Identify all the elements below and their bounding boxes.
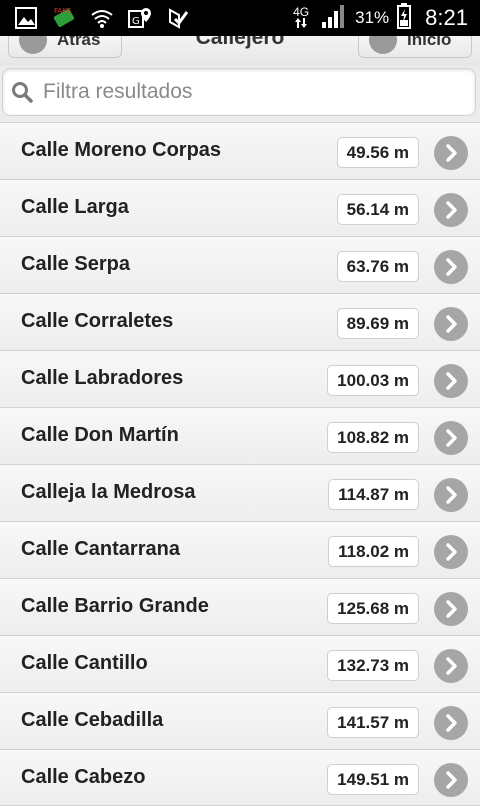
distance-badge: 49.56 m bbox=[336, 137, 419, 168]
street-name: Calle Larga bbox=[21, 196, 129, 218]
list-item[interactable]: Calle Don Martín 108.82 m bbox=[0, 407, 480, 464]
status-bar: FAKE G 4G 31% 8:21 bbox=[0, 0, 480, 36]
clock: 8:21 bbox=[425, 5, 468, 30]
street-name: Calle Barrio Grande bbox=[21, 595, 209, 617]
system-status: 4G 31% 8:21 bbox=[289, 0, 468, 36]
notification-icons: FAKE G bbox=[14, 6, 190, 30]
distance-badge: 108.82 m bbox=[327, 422, 419, 453]
list-item[interactable]: Calle Barrio Grande 125.68 m bbox=[0, 578, 480, 635]
svg-text:FAKE: FAKE bbox=[54, 7, 71, 15]
gps-icon: G bbox=[128, 6, 152, 30]
battery-icon bbox=[397, 2, 412, 34]
distance-badge: 118.02 m bbox=[328, 536, 419, 567]
list-item[interactable]: Calle Cantarrana 118.02 m bbox=[0, 521, 480, 578]
chevron-right-icon[interactable] bbox=[434, 364, 468, 398]
distance-badge: 100.03 m bbox=[327, 365, 419, 396]
distance-badge: 125.68 m bbox=[327, 593, 419, 624]
list-item[interactable]: Calle Labradores 100.03 m bbox=[0, 350, 480, 407]
wifi-icon bbox=[90, 6, 114, 30]
street-list: Calle Moreno Corpas 49.56 m Calle Larga 56.… bbox=[0, 122, 480, 806]
distance-badge: 89.69 m bbox=[336, 308, 419, 339]
image-icon bbox=[14, 6, 38, 30]
home-icon bbox=[369, 36, 397, 54]
chevron-right-icon[interactable] bbox=[434, 649, 468, 683]
search-icon bbox=[11, 81, 33, 103]
street-name: Calle Cabezo bbox=[21, 766, 146, 788]
distance-badge: 141.57 m bbox=[327, 707, 419, 738]
list-item[interactable]: Calle Cabezo 149.51 m bbox=[0, 749, 480, 806]
distance-badge: 56.14 m bbox=[336, 194, 419, 225]
distance-badge: 114.87 m bbox=[328, 479, 419, 510]
street-name: Calleja la Medrosa bbox=[21, 481, 196, 503]
check-icon bbox=[166, 6, 190, 30]
list-item[interactable]: Calle Serpa 63.76 m bbox=[0, 236, 480, 293]
street-name: Calle Moreno Corpas bbox=[21, 139, 222, 161]
search-input[interactable] bbox=[43, 80, 443, 104]
chevron-right-icon[interactable] bbox=[434, 592, 468, 626]
list-item[interactable]: Calle Larga 56.14 m bbox=[0, 179, 480, 236]
chevron-right-icon[interactable] bbox=[434, 307, 468, 341]
distance-badge: 132.73 m bbox=[327, 650, 419, 681]
chevron-right-icon[interactable] bbox=[434, 706, 468, 740]
network-type: 4G bbox=[293, 5, 310, 19]
street-name: Calle Cantarrana bbox=[21, 538, 180, 560]
signal-icon bbox=[321, 4, 347, 33]
chevron-right-icon[interactable] bbox=[434, 478, 468, 512]
street-name: Calle Cebadilla bbox=[21, 709, 164, 731]
home-button[interactable]: Inicio bbox=[358, 36, 472, 58]
street-name: Calle Labradores bbox=[21, 367, 184, 389]
chevron-right-icon[interactable] bbox=[434, 136, 468, 170]
distance-badge: 63.76 m bbox=[336, 251, 419, 282]
street-name: Calle Serpa bbox=[21, 253, 130, 275]
street-name: Calle Corraletes bbox=[21, 310, 174, 332]
chevron-right-icon[interactable] bbox=[434, 763, 468, 797]
chevron-right-icon[interactable] bbox=[434, 421, 468, 455]
list-item[interactable]: Calle Cantillo 132.73 m bbox=[0, 635, 480, 692]
street-name: Calle Cantillo bbox=[21, 652, 148, 674]
battery-percent: 31% bbox=[355, 8, 390, 27]
chevron-right-icon[interactable] bbox=[434, 193, 468, 227]
distance-badge: 149.51 m bbox=[327, 764, 419, 795]
home-button-label: Inicio bbox=[407, 36, 452, 49]
app-header: Atrás Callejero Inicio bbox=[0, 36, 480, 66]
chevron-right-icon[interactable] bbox=[434, 250, 468, 284]
svg-text:G: G bbox=[132, 16, 140, 27]
data-arrows-icon bbox=[295, 18, 308, 28]
chevron-right-icon[interactable] bbox=[434, 535, 468, 569]
list-item[interactable]: Calleja la Medrosa 114.87 m bbox=[0, 464, 480, 521]
list-item[interactable]: Calle Moreno Corpas 49.56 m bbox=[0, 122, 480, 179]
network-indicator: 4G bbox=[289, 6, 313, 30]
street-name: Calle Don Martín bbox=[21, 424, 179, 446]
list-item[interactable]: Calle Corraletes 89.69 m bbox=[0, 293, 480, 350]
list-item[interactable]: Calle Cebadilla 141.57 m bbox=[0, 692, 480, 749]
search-bar bbox=[2, 68, 476, 116]
fake-gps-icon: FAKE bbox=[52, 6, 76, 30]
